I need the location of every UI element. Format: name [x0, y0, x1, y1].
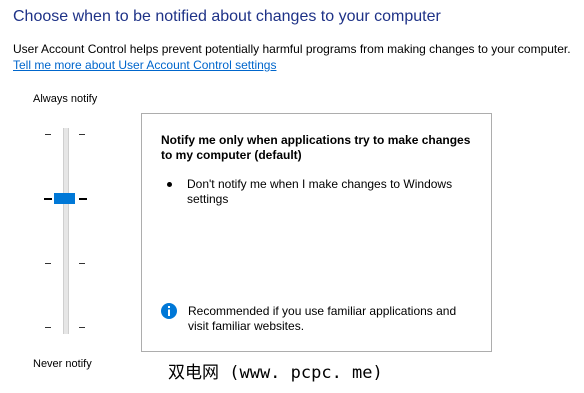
slider-tick-right [79, 327, 85, 328]
uac-description: User Account Control helps prevent poten… [13, 42, 571, 56]
slider-tick-right [79, 134, 85, 135]
uac-help-link[interactable]: Tell me more about User Account Control … [13, 58, 276, 72]
slider-top-label: Always notify [33, 93, 98, 105]
slider-tick-right [79, 198, 87, 200]
notification-level-slider[interactable] [40, 125, 92, 337]
watermark: 双电网 (www. pcpc. me) [168, 363, 383, 383]
slider-tick-right [79, 263, 85, 264]
info-icon [161, 303, 177, 319]
slider-tick-left [44, 198, 52, 200]
slider-bottom-label: Never notify [33, 358, 92, 370]
slider-tick-left [45, 327, 51, 328]
slider-tick-left [45, 134, 51, 135]
level-heading: Notify me only when applications try to … [161, 133, 471, 162]
slider-thumb[interactable] [54, 193, 75, 204]
level-description-panel: Notify me only when applications try to … [141, 113, 492, 352]
bullet-icon [167, 182, 172, 187]
page-title: Choose when to be notified about changes… [13, 8, 441, 25]
level-detail: Don't notify me when I make changes to W… [187, 177, 453, 206]
slider-track[interactable] [63, 128, 69, 334]
slider-tick-left [45, 263, 51, 264]
recommendation-text: Recommended if you use familiar applicat… [188, 304, 457, 333]
